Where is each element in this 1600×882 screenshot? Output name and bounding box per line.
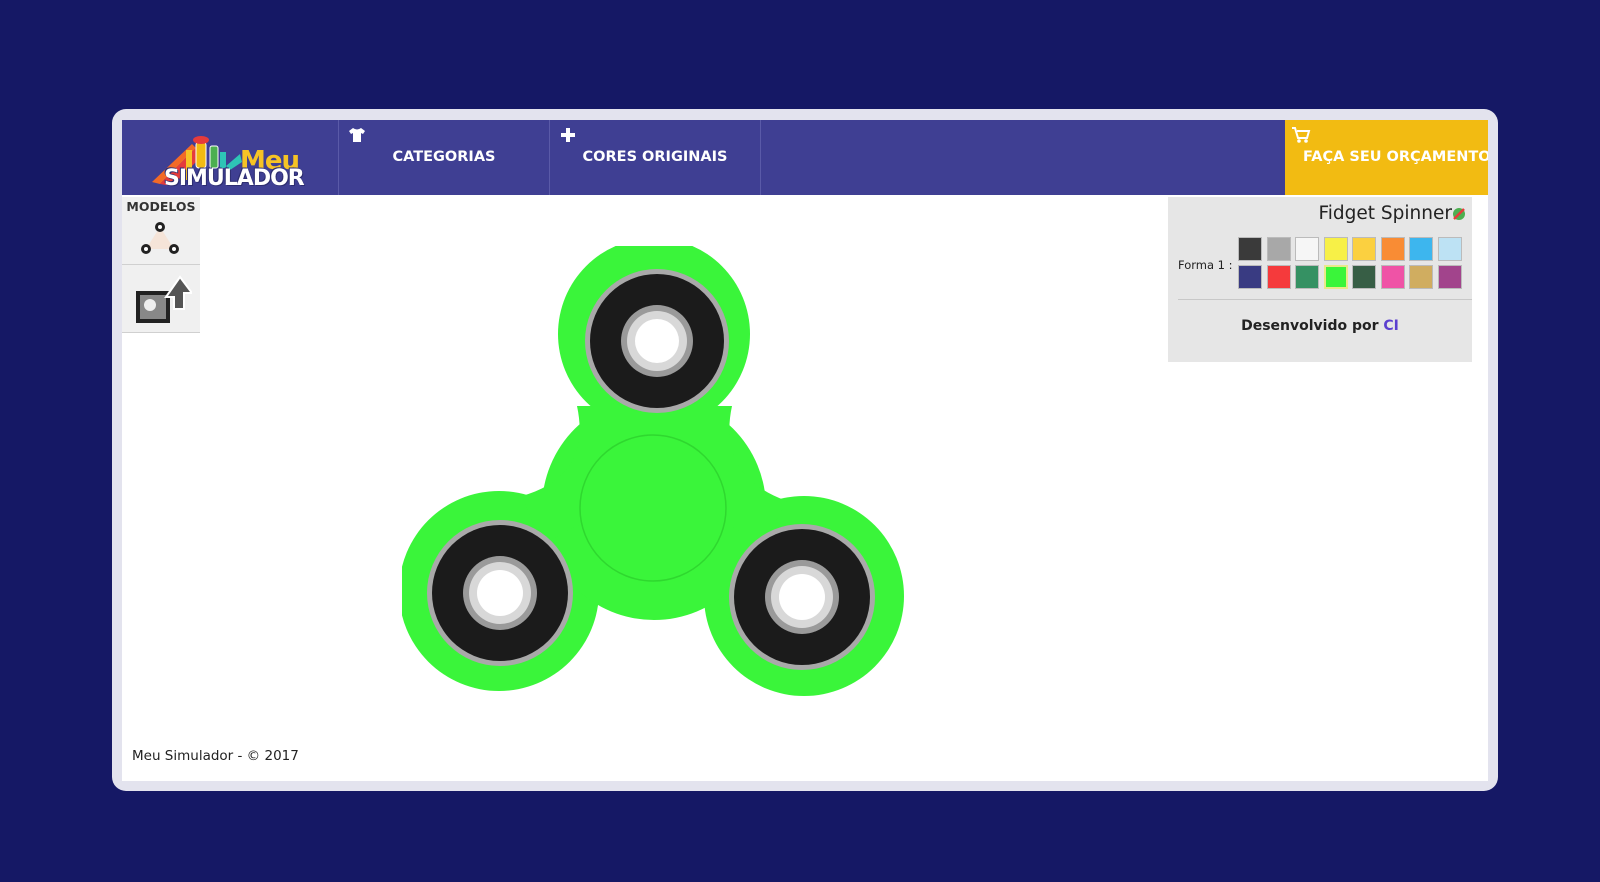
fidget-spinner-preview bbox=[402, 246, 904, 696]
color-swatch[interactable] bbox=[1409, 237, 1433, 261]
panel-divider bbox=[1178, 299, 1472, 300]
logo-text-simulador: SIMULADOR bbox=[164, 166, 305, 191]
color-swatch[interactable] bbox=[1437, 265, 1462, 289]
color-panel: Fidget Spinner Forma 1 : Desenvolvido po… bbox=[1168, 197, 1472, 362]
upload-image-icon[interactable] bbox=[132, 269, 192, 327]
color-swatch[interactable] bbox=[1323, 265, 1348, 289]
color-picker-icon[interactable] bbox=[1452, 207, 1466, 221]
color-swatch[interactable] bbox=[1295, 265, 1319, 289]
top-navbar: Meu SIMULADOR CATEGORIAS CORES ORIGINAIS bbox=[122, 120, 1488, 195]
forma-1-label: Forma 1 : bbox=[1178, 258, 1233, 272]
models-title: MODELOS bbox=[126, 199, 196, 214]
color-swatch[interactable] bbox=[1238, 265, 1262, 289]
simulator-app: Meu SIMULADOR CATEGORIAS CORES ORIGINAIS bbox=[122, 120, 1488, 781]
nav-categorias-label: CATEGORIAS bbox=[392, 149, 496, 165]
color-swatch[interactable] bbox=[1266, 237, 1291, 261]
nav-cores-originais[interactable]: CORES ORIGINAIS bbox=[550, 120, 761, 195]
orcamento-label: FAÇA SEU ORÇAMENTO bbox=[1303, 149, 1488, 165]
orcamento-button[interactable]: FAÇA SEU ORÇAMENTO bbox=[1285, 120, 1488, 195]
bearing-right bbox=[729, 524, 875, 670]
color-swatch[interactable] bbox=[1295, 237, 1319, 261]
spinner-center-cap bbox=[579, 434, 727, 582]
models-divider bbox=[122, 264, 200, 265]
fidget-spinner-model-thumbnail[interactable] bbox=[136, 219, 184, 261]
developer-credit: Desenvolvido por CI bbox=[1168, 318, 1472, 334]
nav-cores-label: CORES ORIGINAIS bbox=[582, 149, 728, 165]
cart-icon bbox=[1292, 127, 1311, 143]
bearing-top bbox=[585, 269, 729, 413]
color-swatch[interactable] bbox=[1352, 265, 1376, 289]
bearing-left bbox=[427, 520, 573, 666]
color-swatch[interactable] bbox=[1238, 237, 1262, 261]
logo-link[interactable]: Meu SIMULADOR bbox=[122, 120, 339, 195]
models-sidebar: MODELOS bbox=[122, 197, 200, 333]
credit-prefix: Desenvolvido por bbox=[1241, 318, 1384, 334]
color-swatch[interactable] bbox=[1380, 265, 1405, 289]
product-title: Fidget Spinner bbox=[1318, 203, 1452, 224]
nav-categorias[interactable]: CATEGORIAS bbox=[339, 120, 550, 195]
color-swatch[interactable] bbox=[1352, 237, 1376, 261]
color-swatch[interactable] bbox=[1409, 265, 1433, 289]
plus-icon bbox=[561, 128, 575, 142]
color-swatch[interactable] bbox=[1437, 237, 1462, 261]
color-swatch-grid bbox=[1238, 237, 1470, 293]
color-swatch[interactable] bbox=[1266, 265, 1291, 289]
credit-link[interactable]: CI bbox=[1383, 318, 1398, 334]
color-swatch[interactable] bbox=[1380, 237, 1405, 261]
meu-simulador-logo: Meu SIMULADOR bbox=[150, 126, 310, 191]
footer-copyright: Meu Simulador - © 2017 bbox=[132, 748, 299, 764]
color-swatch[interactable] bbox=[1323, 237, 1348, 261]
tshirt-icon bbox=[349, 128, 365, 142]
models-bottom-border bbox=[122, 332, 200, 333]
